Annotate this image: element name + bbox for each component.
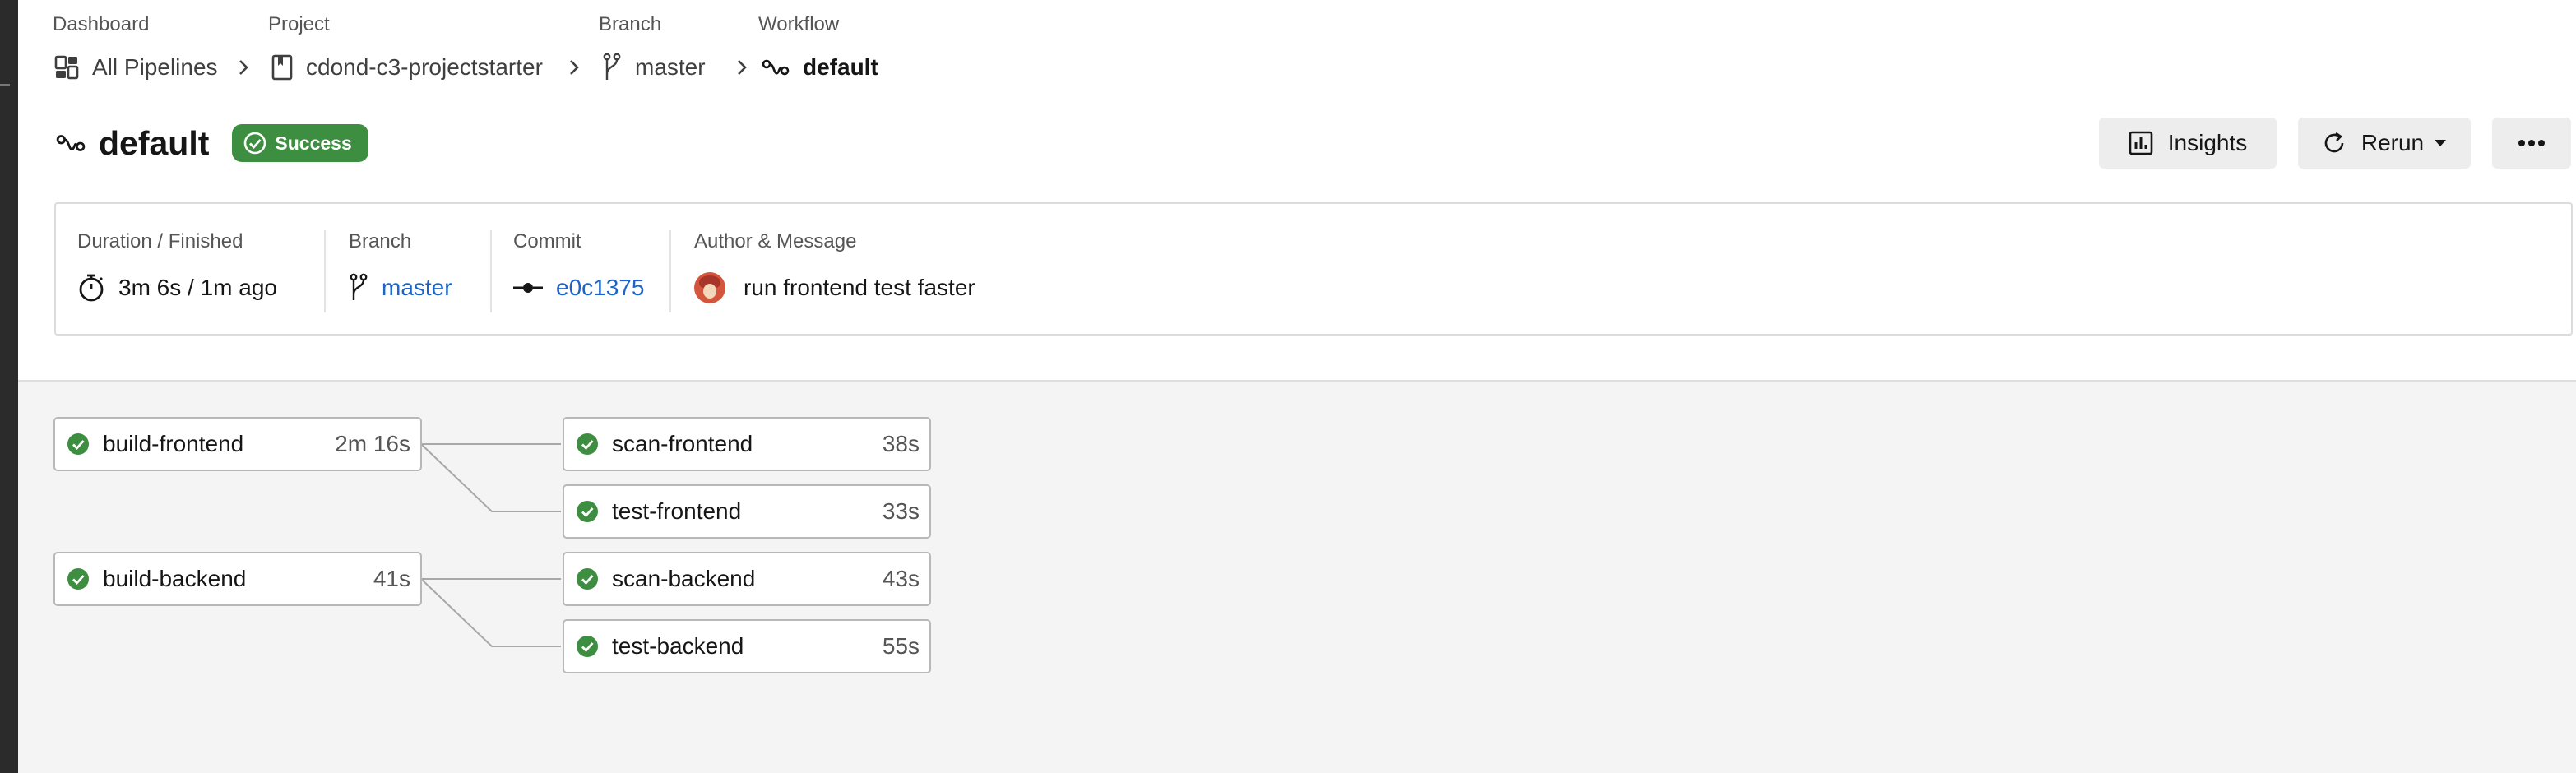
summary-divider (324, 230, 326, 312)
avatar[interactable] (694, 272, 725, 303)
workflow-title-row: default Success (54, 120, 368, 166)
git-branch-icon (602, 53, 622, 82)
commit-message: run frontend test faster (744, 275, 975, 300)
breadcrumb-all-pipelines[interactable]: All Pipelines (54, 51, 218, 84)
bookmark-icon (271, 54, 293, 81)
refresh-icon (2322, 131, 2347, 155)
job-duration: 43s (882, 566, 920, 591)
duration-label: Duration / Finished (77, 230, 243, 252)
job-name: scan-frontend (612, 431, 753, 456)
job-scan-frontend[interactable]: scan-frontend 38s (563, 417, 931, 471)
insights-button[interactable]: Insights (2099, 118, 2277, 169)
workflow-header: Dashboard Project Branch Workflow All Pi… (18, 0, 2576, 381)
job-duration: 33s (882, 498, 920, 524)
job-name: build-backend (103, 566, 247, 591)
branch-link[interactable]: master (382, 275, 452, 301)
duration-value: 3m 6s / 1m ago (118, 275, 277, 300)
summary-divider (490, 230, 492, 312)
summary-divider (669, 230, 671, 312)
more-options-button[interactable] (2492, 118, 2571, 169)
insights-button-label: Insights (2167, 130, 2248, 155)
job-duration: 41s (373, 566, 410, 591)
page-title: default (99, 123, 210, 162)
author-message-row: run frontend test faster (694, 271, 975, 304)
commit-label: Commit (513, 230, 581, 252)
job-duration: 2m 16s (335, 431, 410, 456)
commit-link[interactable]: e0c1375 (556, 275, 644, 301)
job-duration: 55s (882, 633, 920, 659)
more-horizontal-icon (2518, 139, 2546, 147)
chevron-right-icon (564, 54, 584, 81)
job-scan-backend[interactable]: scan-backend 43s (563, 552, 931, 606)
breadcrumb-workflow[interactable]: default (762, 51, 878, 84)
dashboard-grid-icon (54, 55, 79, 80)
job-build-frontend[interactable]: build-frontend 2m 16s (53, 417, 422, 471)
breadcrumb-branch-label: master (635, 54, 706, 80)
rerun-button[interactable]: Rerun (2298, 118, 2471, 169)
job-build-backend[interactable]: build-backend 41s (53, 552, 422, 606)
pipeline-page: Dashboard Project Branch Workflow All Pi… (0, 0, 2576, 773)
check-circle-icon (67, 433, 90, 456)
breadcrumb-workflow-label: default (803, 54, 878, 80)
job-test-backend[interactable]: test-backend 55s (563, 619, 931, 673)
status-badge: Success (232, 124, 368, 162)
check-circle-icon (67, 567, 90, 590)
check-circle-icon (243, 132, 266, 155)
job-test-frontend[interactable]: test-frontend 33s (563, 484, 931, 539)
check-circle-icon (576, 635, 599, 658)
main-content: Dashboard Project Branch Workflow All Pi… (18, 0, 2576, 773)
crumb-label-workflow: Workflow (758, 13, 840, 35)
branch-value-row[interactable]: master (349, 271, 452, 304)
duration-value-row: 3m 6s / 1m ago (77, 271, 277, 304)
job-name: scan-backend (612, 566, 756, 591)
commit-value-row[interactable]: e0c1375 (513, 271, 644, 304)
job-name: test-frontend (612, 498, 742, 524)
check-circle-icon (576, 500, 599, 523)
workflow-summary-card: Duration / Finished 3m 6s / 1m ago Branc… (54, 202, 2573, 336)
job-name: build-frontend (103, 431, 244, 456)
chevron-right-icon (234, 54, 253, 81)
left-edge-strip (0, 0, 18, 773)
job-name: test-backend (612, 633, 744, 659)
job-duration: 38s (882, 431, 920, 456)
breadcrumb-project[interactable]: cdond-c3-projectstarter (271, 51, 543, 84)
workflow-icon (54, 127, 87, 160)
status-badge-label: Success (275, 132, 352, 154)
crumb-label-dashboard: Dashboard (53, 13, 150, 35)
check-circle-icon (576, 567, 599, 590)
breadcrumb-branch[interactable]: master (602, 51, 706, 84)
chevron-right-icon (732, 54, 752, 81)
breadcrumb-all-pipelines-label: All Pipelines (92, 54, 218, 80)
breadcrumb-project-label: cdond-c3-projectstarter (306, 54, 543, 80)
git-commit-icon (513, 280, 543, 296)
git-branch-icon (349, 273, 368, 303)
caret-down-icon (2434, 139, 2447, 147)
stopwatch-icon (77, 273, 105, 303)
author-message-label: Author & Message (694, 230, 857, 252)
crumb-label-project: Project (268, 13, 330, 35)
check-circle-icon (576, 433, 599, 456)
crumb-label-branch: Branch (599, 13, 662, 35)
rerun-button-label: Rerun (2361, 130, 2425, 155)
workflow-graph: build-frontend 2m 16s scan-frontend 38s … (18, 382, 2576, 773)
branch-label: Branch (349, 230, 412, 252)
bar-chart-icon (2129, 131, 2153, 155)
workflow-icon (762, 57, 790, 78)
